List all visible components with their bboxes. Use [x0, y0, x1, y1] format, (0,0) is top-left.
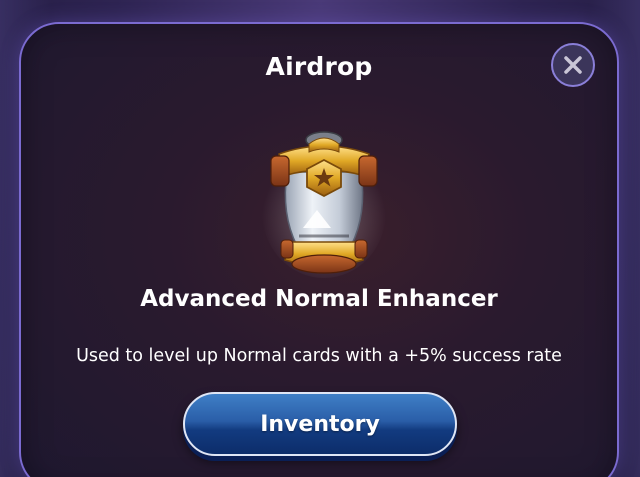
- airdrop-modal: Airdrop Advanced Normal Enhancer Used to…: [19, 22, 619, 477]
- enhancer-capsule-icon: [262, 131, 386, 278]
- item-description: Used to level up Normal cards with a +5%…: [76, 346, 562, 366]
- item-name: Advanced Normal Enhancer: [140, 286, 498, 312]
- modal-title: Airdrop: [265, 52, 373, 81]
- inventory-button[interactable]: Inventory: [183, 392, 457, 456]
- close-button[interactable]: [551, 43, 595, 87]
- inventory-button-label: Inventory: [260, 411, 380, 437]
- close-icon: [564, 56, 582, 74]
